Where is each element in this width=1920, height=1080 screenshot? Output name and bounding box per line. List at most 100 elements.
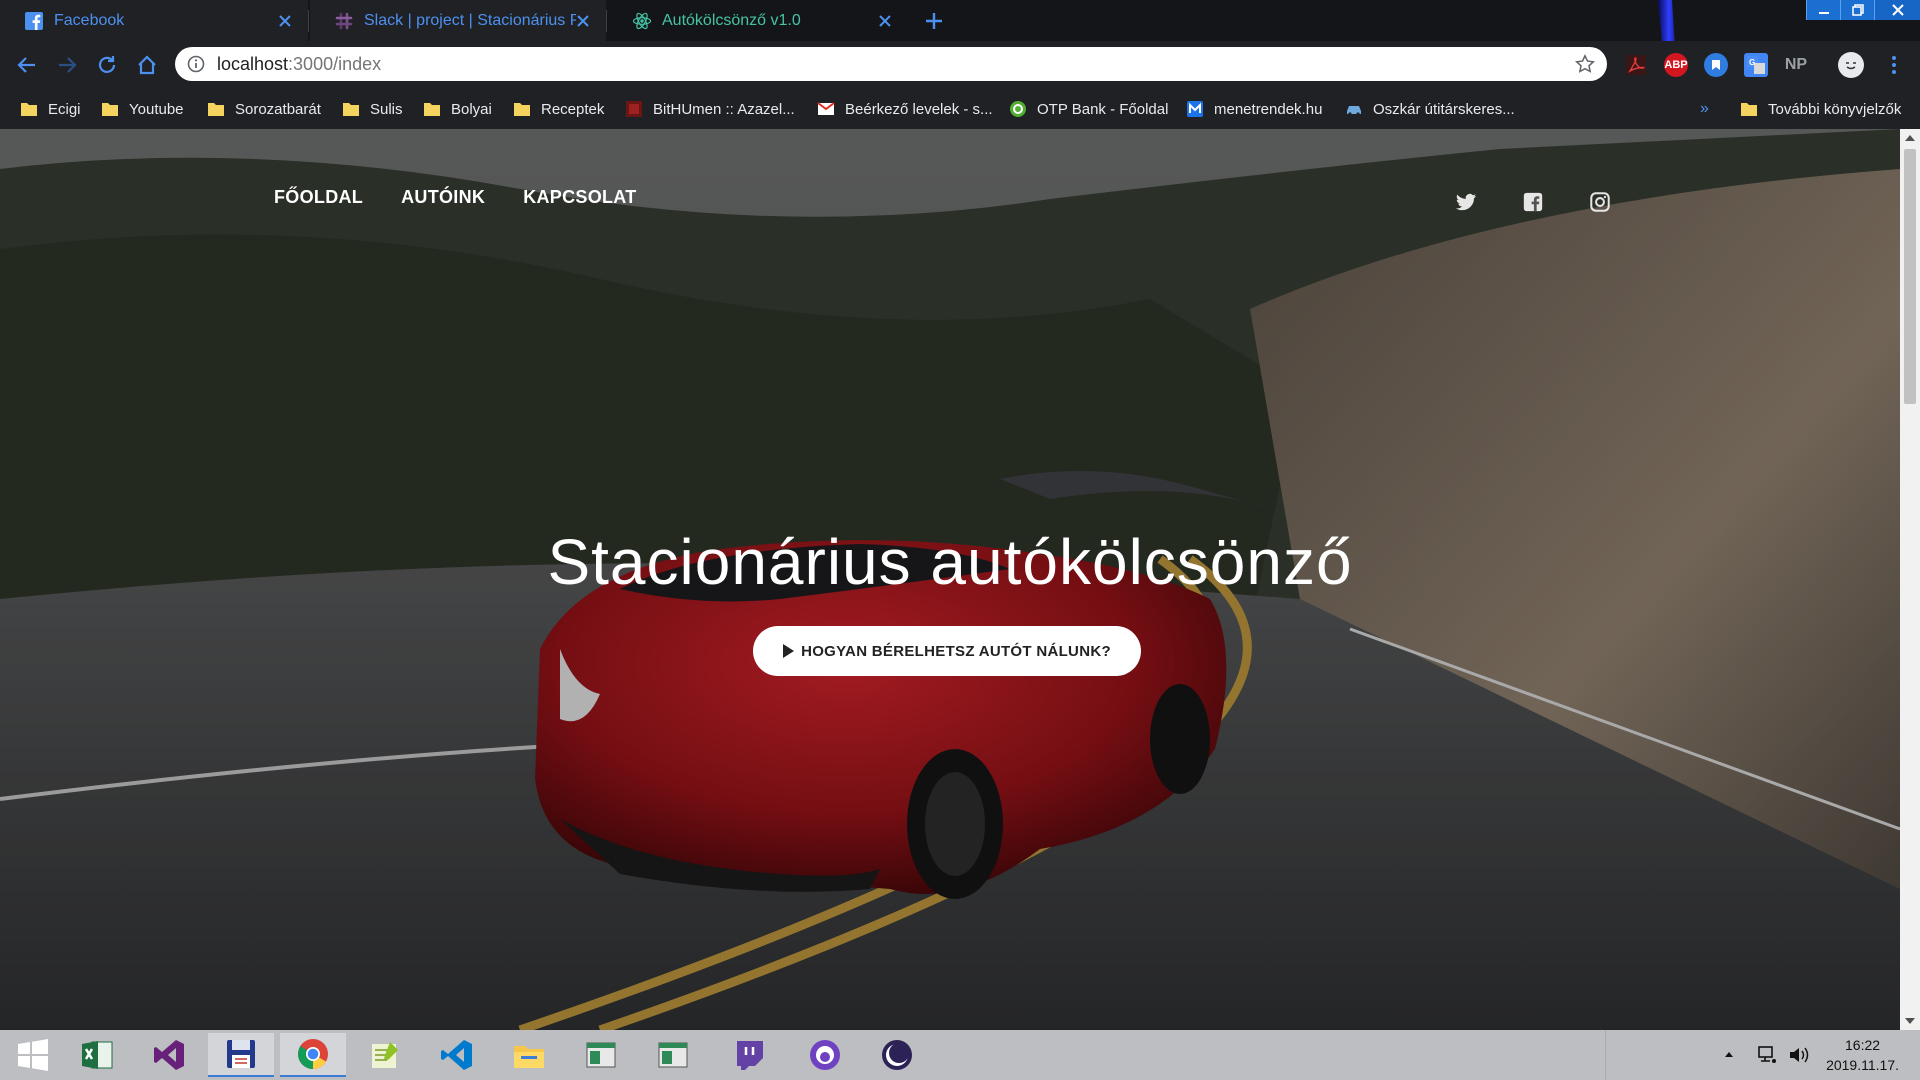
car-icon xyxy=(1347,106,1361,116)
info-icon[interactable] xyxy=(187,55,205,73)
gmail-icon xyxy=(817,102,835,115)
bookmark-label: Beérkező levelek - s... xyxy=(845,100,993,118)
tab-title: Facebook xyxy=(54,11,125,29)
other-bookmarks[interactable]: További könyvjelzők xyxy=(1740,89,1901,129)
menetrendek-icon xyxy=(1187,101,1203,117)
taskbar-vscode[interactable] xyxy=(424,1033,490,1077)
taskbar-file-explorer[interactable] xyxy=(496,1033,562,1077)
save-disk-icon xyxy=(227,1040,255,1068)
bookmark-youtube[interactable]: Youtube xyxy=(101,89,184,129)
taskbar-eclipse[interactable] xyxy=(864,1033,930,1077)
clock-date: 2019.11.17. xyxy=(1826,1057,1899,1073)
home-button[interactable] xyxy=(133,51,161,79)
clock-time: 16:22 xyxy=(1845,1037,1881,1053)
facebook-square-icon[interactable] xyxy=(1522,191,1544,213)
adblock-plus-icon[interactable]: ABP xyxy=(1664,53,1688,77)
nav-kapcsolat[interactable]: KAPCSOLAT xyxy=(523,187,636,208)
bithumen-icon xyxy=(626,101,642,117)
instagram-icon[interactable] xyxy=(1589,191,1611,213)
slack-icon xyxy=(335,12,353,29)
tab-autokolcsonzo[interactable]: Autókölcsönző v1.0 xyxy=(608,0,908,41)
network-icon[interactable] xyxy=(1756,1045,1778,1065)
twitter-icon[interactable] xyxy=(1455,191,1477,213)
taskbar-window-2[interactable] xyxy=(640,1033,706,1077)
volume-icon[interactable] xyxy=(1788,1045,1810,1065)
reload-icon xyxy=(98,56,116,73)
close-window-button[interactable] xyxy=(1874,0,1920,20)
address-bar[interactable]: localhost:3000/index xyxy=(175,47,1607,81)
clock[interactable]: 16:22 2019.11.17. xyxy=(1826,1035,1899,1075)
bookmark-label: Receptek xyxy=(541,100,605,118)
avatar-face xyxy=(1846,62,1856,70)
bookmark-menetrendek[interactable]: menetrendek.hu xyxy=(1186,89,1322,129)
tab-slack[interactable]: Slack | project | Stacionárius Pont xyxy=(310,0,606,41)
how-to-rent-button[interactable]: HOGYAN BÉRELHETSZ AUTÓT NÁLUNK? xyxy=(753,626,1141,676)
taskbar-window-1[interactable] xyxy=(568,1033,634,1077)
menu-icon[interactable] xyxy=(1882,53,1906,77)
taskbar-save-app[interactable] xyxy=(208,1033,274,1077)
scrollbar-thumb[interactable] xyxy=(1904,149,1916,404)
home-icon xyxy=(138,55,156,75)
chevron-up-icon[interactable] xyxy=(1724,1050,1734,1058)
folder-icon xyxy=(102,103,118,116)
github-desktop-icon xyxy=(810,1040,840,1070)
close-icon[interactable] xyxy=(878,14,892,28)
window-controls xyxy=(1806,0,1920,20)
start-button[interactable] xyxy=(0,1033,66,1077)
bookmark-ecigi[interactable]: Ecigi xyxy=(20,89,81,129)
pdf-shape xyxy=(1626,55,1646,75)
minimize-button[interactable] xyxy=(1806,0,1840,20)
bookmark-otp[interactable]: OTP Bank - Főoldal xyxy=(1009,89,1168,129)
bookmark-bolyai[interactable]: Bolyai xyxy=(423,89,492,129)
taskbar-twitch[interactable] xyxy=(716,1033,782,1077)
close-icon[interactable] xyxy=(576,14,590,28)
bookmark-label: Bolyai xyxy=(451,100,492,118)
bookmark-bithumen[interactable]: BitHUmen :: Azazel... xyxy=(625,89,795,129)
scroll-up-arrow-icon[interactable] xyxy=(1905,135,1915,141)
bookmark-sulis[interactable]: Sulis xyxy=(342,89,403,129)
cta-label: HOGYAN BÉRELHETSZ AUTÓT NÁLUNK? xyxy=(801,642,1111,660)
tab-separator xyxy=(606,10,607,32)
bookmark-label: Oszkár útitárskeres... xyxy=(1373,100,1515,118)
close-icon[interactable] xyxy=(278,14,292,28)
url-path: :3000/index xyxy=(288,54,382,74)
bookmark-oszkar[interactable]: Oszkár útitárskeres... xyxy=(1345,89,1515,129)
new-tab-icon[interactable] xyxy=(922,9,946,33)
taskbar-chrome[interactable] xyxy=(280,1033,346,1077)
bookmarks-overflow-button[interactable]: » xyxy=(1700,89,1709,129)
profile-avatar-icon[interactable] xyxy=(1838,52,1864,78)
bookmark-extension-icon[interactable] xyxy=(1704,53,1728,77)
nav-fooldal[interactable]: FŐOLDAL xyxy=(274,187,363,208)
np-extension-icon[interactable]: NP xyxy=(1784,53,1808,77)
page-viewport: FŐOLDAL AUTÓINK KAPCSOLAT Stacionárius a… xyxy=(0,129,1900,1030)
restore-button[interactable] xyxy=(1840,0,1874,20)
bookmark-receptek[interactable]: Receptek xyxy=(513,89,604,129)
bookmark-sorozatbarat[interactable]: Sorozatbarát xyxy=(207,89,321,129)
otp-icon xyxy=(1010,101,1026,117)
tab-facebook[interactable]: Facebook xyxy=(0,0,308,41)
taskbar-excel[interactable] xyxy=(64,1033,130,1077)
pdf-icon[interactable] xyxy=(1624,53,1648,77)
scroll-down-arrow-icon[interactable] xyxy=(1905,1018,1915,1024)
back-button[interactable] xyxy=(13,51,41,79)
restore-icon xyxy=(1851,4,1864,16)
overflow-chevron: » xyxy=(1700,100,1709,117)
taskbar-github-desktop[interactable] xyxy=(792,1033,858,1077)
bookmark-gmail[interactable]: Beérkező levelek - s... xyxy=(817,89,993,129)
page-scrollbar[interactable] xyxy=(1900,129,1920,1030)
folder-icon xyxy=(343,103,359,116)
url-host: localhost xyxy=(217,54,289,74)
bookmarks-bar: Ecigi Youtube Sorozatbarát Sulis Bolyai … xyxy=(0,89,1920,129)
nav-autoink[interactable]: AUTÓINK xyxy=(401,187,485,208)
translate-icon[interactable]: G xyxy=(1744,53,1768,77)
taskbar-notepad-plus-plus[interactable] xyxy=(352,1033,418,1077)
adblock-label: ABP xyxy=(1664,59,1688,71)
site-nav: FŐOLDAL AUTÓINK KAPCSOLAT xyxy=(274,187,637,208)
taskbar-visual-studio[interactable] xyxy=(136,1033,202,1077)
play-icon xyxy=(783,644,795,658)
reload-button[interactable] xyxy=(93,51,121,79)
forward-button[interactable] xyxy=(53,51,81,79)
minimize-icon xyxy=(1818,12,1829,14)
np-label: NP xyxy=(1784,56,1808,73)
star-icon[interactable] xyxy=(1575,54,1595,74)
